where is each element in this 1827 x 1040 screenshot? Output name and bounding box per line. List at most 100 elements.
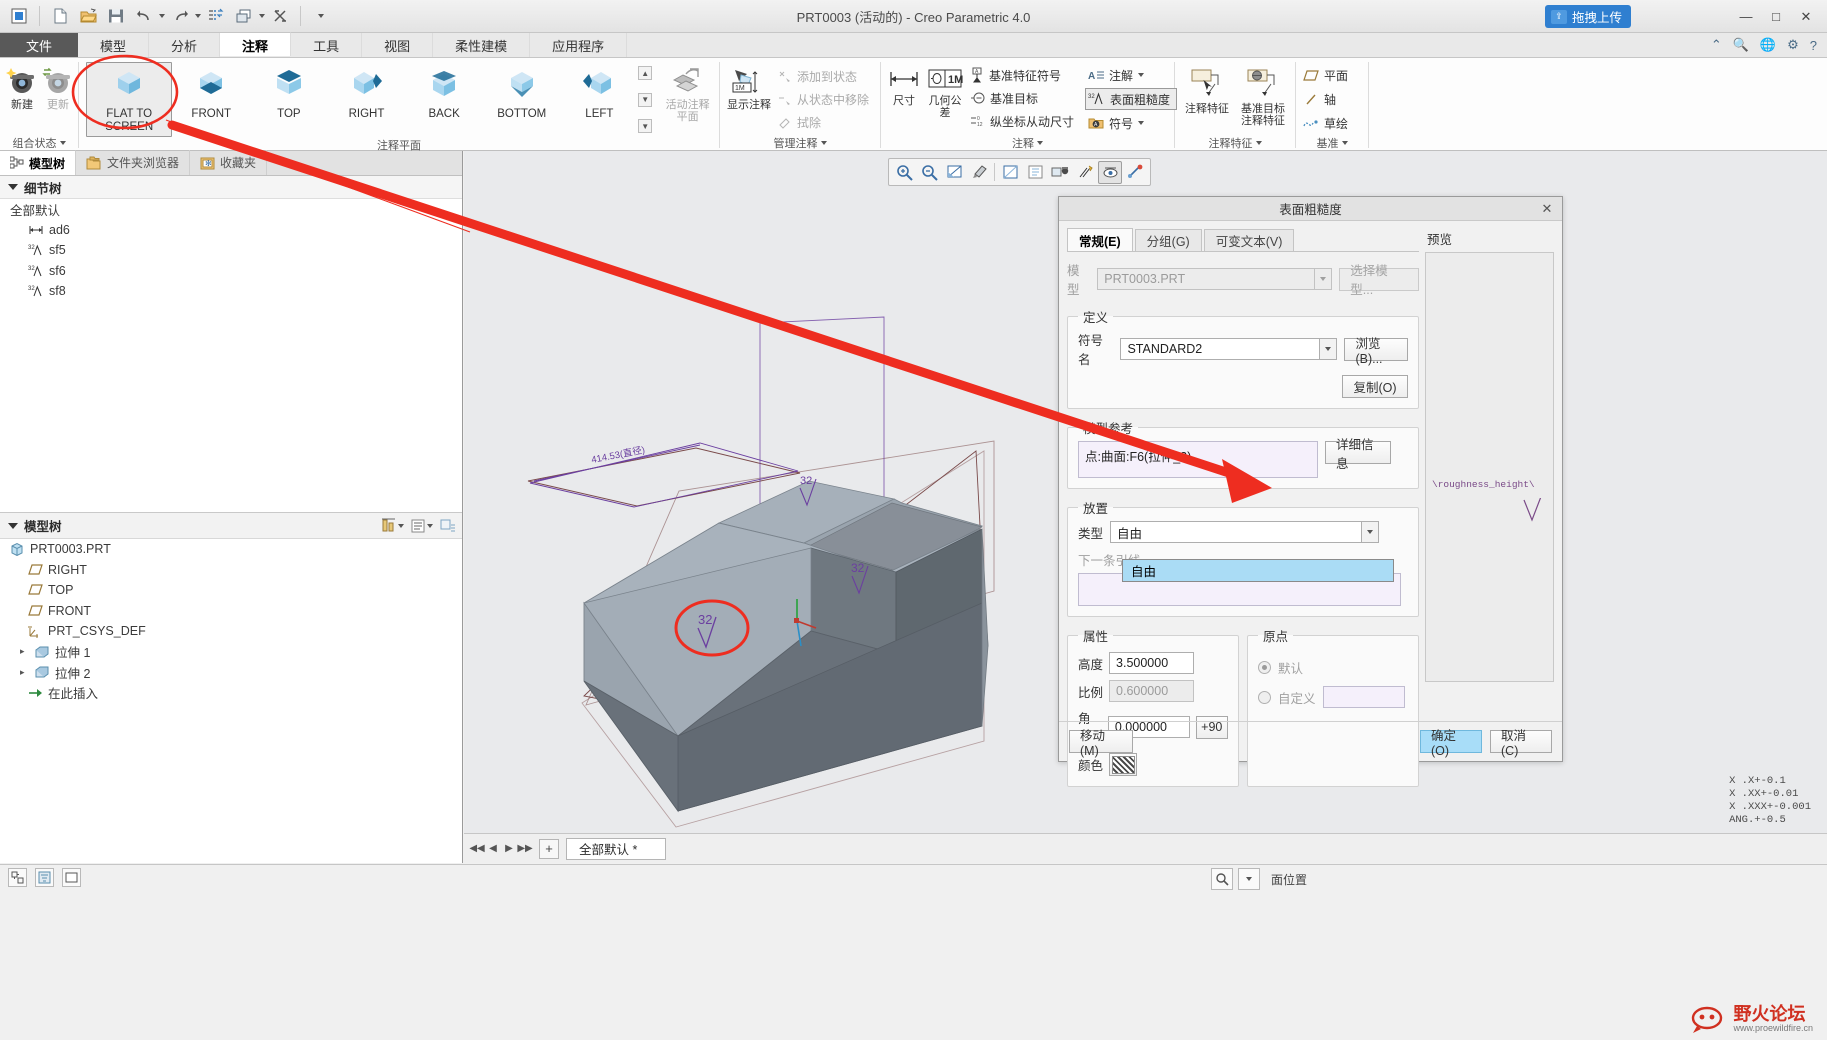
datum-feature-symbol-item[interactable]: A 基准特征符号 [967,64,1081,86]
show-annotation-button[interactable]: 1M 显示注释 [724,62,774,112]
model-tree-item-extrude-2[interactable]: ▸ 拉伸 2 [0,662,462,683]
annotation-display-icon[interactable] [1098,160,1122,184]
tab-flexible-modeling[interactable]: 柔性建模 [433,33,531,57]
globe-icon[interactable]: 🌐 [1760,37,1776,53]
tab-file[interactable]: 文件 [0,33,79,57]
placement-type-value[interactable]: 自由 [1110,521,1363,543]
left-tab-folder-browser[interactable]: 文件夹浏览器 [76,150,191,175]
datum-target-item[interactable]: 基准目标 [967,87,1081,109]
filter-icon[interactable] [35,868,54,887]
detail-tree-item-sf5[interactable]: 32 sf5 [0,240,462,261]
saved-views-icon[interactable] [1023,161,1047,184]
cancel-button[interactable]: 取消(C) [1490,729,1552,758]
chevron-down-icon[interactable] [1315,268,1333,290]
details-button[interactable]: 详细信息 [1325,438,1391,471]
datum-plane-item[interactable]: 平面 [1300,64,1355,86]
origin-custom-radio[interactable] [1258,690,1271,704]
save-icon[interactable] [103,3,129,29]
model-tree-item-part[interactable]: PRT0003.PRT [0,539,462,560]
view-back[interactable]: BACK [405,62,483,124]
close-window-icon[interactable] [267,3,293,29]
zoom-out-icon[interactable] [917,161,941,184]
datum-target-annotation-feature-button[interactable]: 基准目标 注释特征 [1235,64,1291,128]
drag-upload-button[interactable]: ⇪ 拖拽上传 [1544,5,1631,28]
view-top[interactable]: TOP [250,62,328,124]
update-combine-state-button[interactable]: 更新 [40,62,76,112]
placement-type-combo[interactable]: 自由 [1110,521,1380,543]
repaint-icon[interactable] [967,161,991,184]
model-tree-item-extrude-1[interactable]: ▸ 拉伸 1 [0,642,462,663]
symbol-name-value[interactable]: STANDARD2 [1120,338,1321,360]
ok-button[interactable]: 确定(O) [1420,729,1482,758]
display-style-icon[interactable] [998,161,1022,184]
origin-default-radio[interactable] [1258,661,1271,674]
model-tree-item-front[interactable]: FRONT [0,601,462,622]
view-flat-to-screen[interactable]: FLAT TO SCREEN [86,62,173,137]
sketch-item[interactable]: 草绘 [1300,112,1355,134]
app-menu-icon[interactable] [6,3,32,29]
origin-default-row[interactable]: 默认 [1258,658,1408,677]
new-file-icon[interactable] [47,3,73,29]
model-tree-display-button[interactable] [440,519,456,533]
detail-tree-item-sf6[interactable]: 32 sf6 [0,261,462,282]
placement-type-dropdown-list[interactable]: 自由 [1122,559,1394,582]
qat-more-icon[interactable] [308,3,334,29]
maximize-button[interactable]: □ [1769,9,1783,24]
model-tree-item-right[interactable]: RIGHT [0,560,462,581]
datum-axis-item[interactable]: 轴 [1300,88,1343,110]
window-dropdown-icon[interactable] [259,14,265,18]
undo-dropdown-icon[interactable] [159,14,165,18]
symbol-dropdown-icon[interactable] [1138,121,1145,125]
dialog-tab-group[interactable]: 分组(G) [1134,229,1202,251]
new-combine-state-button[interactable]: 新建 [4,62,40,112]
tab-model[interactable]: 模型 [78,33,150,57]
left-tab-model-tree[interactable]: 模型树 [0,150,77,175]
ordinate-dimension-item[interactable]: 0 12 纵坐标从动尺寸 [967,110,1081,132]
dialog-tab-general[interactable]: 常规(E) [1067,228,1133,251]
redo-dropdown-icon[interactable] [195,14,201,18]
tab-annotation[interactable]: 注释 [220,32,292,56]
model-tree-settings-button[interactable] [411,519,433,533]
browse-button[interactable]: 浏览(B)... [1344,337,1408,366]
remove-from-state-item[interactable]: 从状态中移除 [774,88,876,110]
origin-custom-input[interactable] [1322,686,1405,708]
origin-custom-row[interactable]: 自定义 [1258,686,1408,708]
symbol-item[interactable]: A 符号 [1085,112,1177,134]
window-icon[interactable] [231,3,257,29]
model-combo[interactable]: PRT0003.PRT [1097,268,1333,290]
detail-tree-expander-icon[interactable] [8,184,18,190]
close-button[interactable]: ✕ [1799,9,1813,25]
nav-prev-button[interactable]: ◀ [486,839,500,859]
model-tree-expander-icon[interactable] [8,522,18,529]
regenerate-icon[interactable] [203,3,229,29]
minimize-button[interactable]: — [1739,9,1753,24]
detail-tree-header[interactable]: 细节树 [0,176,462,199]
tab-analysis[interactable]: 分析 [149,33,221,57]
undo-icon[interactable] [131,3,157,29]
spin-center-icon[interactable] [1123,161,1147,184]
tab-view[interactable]: 视图 [362,33,434,57]
select-items-icon[interactable] [8,868,27,887]
view-bottom[interactable]: BOTTOM [483,62,561,124]
expander-icon[interactable]: ▸ [20,667,30,678]
scroll-more-button[interactable]: ▼ [638,119,653,133]
redo-icon[interactable] [167,3,193,29]
collapse-ribbon-icon[interactable]: ⌃ [1711,37,1722,53]
select-model-button[interactable]: 选择模型... [1339,264,1419,297]
status-dropdown-button[interactable] [1237,868,1260,890]
combine-state-tab[interactable]: 全部默认 * [566,837,666,860]
scroll-down-button[interactable]: ▼ [638,92,653,107]
copy-button[interactable]: 复制(O) [1342,375,1408,398]
settings-icon[interactable]: ⚙ [1787,37,1799,53]
zoom-in-icon[interactable] [892,161,916,184]
left-tab-favorites[interactable]: ✻ 收藏夹 [190,150,268,175]
refit-icon[interactable] [942,161,966,184]
annotation-plane-scrollbar[interactable]: ▲ ▼ ▼ [638,64,653,135]
surface-finish-item[interactable]: 32 表面粗糙度 [1085,88,1178,110]
active-annotation-plane-button[interactable]: 活动注释 平面 [660,62,715,124]
dimension-button[interactable]: 尺寸 [885,62,923,108]
detail-tree-item-sf8[interactable]: 32 sf8 [0,281,462,302]
note-item[interactable]: A 注解 [1085,64,1177,86]
nav-first-button[interactable]: ◀◀ [469,839,484,859]
model-tree-item-top[interactable]: TOP [0,580,462,601]
